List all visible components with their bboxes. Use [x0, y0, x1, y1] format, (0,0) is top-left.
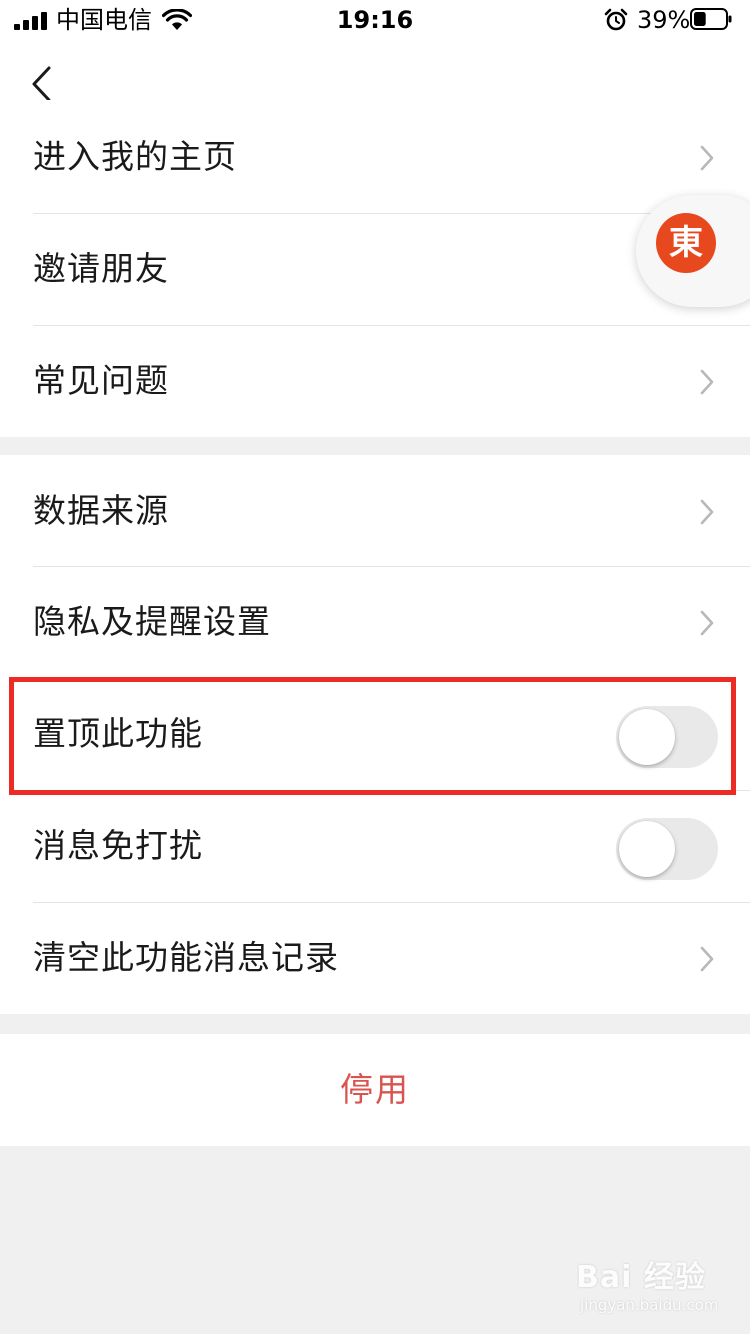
menu-item-privacy-settings[interactable]: 隐私及提醒设置 [0, 566, 750, 678]
menu-item-faq[interactable]: 常见问题 [0, 325, 750, 437]
baidu-watermark: Bai 经验 jingyan.baidu.com [576, 1252, 726, 1322]
battery-percent: 39% [637, 6, 691, 34]
do-not-disturb-toggle[interactable] [616, 818, 718, 880]
disable-button[interactable]: 停用 [0, 1034, 750, 1146]
alarm-clock-icon [604, 8, 628, 31]
status-bar: 中国电信 19:16 39% [0, 0, 750, 40]
disable-section: 停用 [0, 1034, 750, 1146]
menu-item-data-source[interactable]: 数据来源 [0, 455, 750, 567]
chevron-right-icon [700, 369, 714, 395]
navigation-bar [0, 40, 750, 102]
toggle-knob [619, 821, 675, 877]
battery-icon [690, 8, 732, 30]
chevron-right-icon [700, 145, 714, 171]
watermark-main: Bai 经验 [576, 1260, 706, 1295]
chevron-right-icon [700, 946, 714, 972]
floating-widget[interactable]: 東 [636, 195, 750, 307]
settings-group-profile: 进入我的主页 邀请朋友 常见问题 [0, 100, 750, 437]
menu-item-label: 进入我的主页 [33, 137, 237, 176]
menu-item-my-homepage[interactable]: 进入我的主页 [0, 101, 750, 213]
menu-item-clear-history[interactable]: 清空此功能消息记录 [0, 902, 750, 1014]
menu-item-label: 消息免打扰 [33, 826, 203, 865]
chevron-right-icon [700, 499, 714, 525]
watermark-url: jingyan.baidu.com [580, 1296, 719, 1314]
menu-item-label: 常见问题 [33, 361, 169, 400]
menu-item-label: 清空此功能消息记录 [33, 938, 339, 977]
menu-item-label: 邀请朋友 [33, 249, 169, 288]
menu-item-invite-friends[interactable]: 邀请朋友 [0, 213, 750, 325]
chevron-right-icon [700, 610, 714, 636]
highlight-box [9, 677, 736, 795]
menu-item-do-not-disturb: 消息免打扰 [0, 790, 750, 902]
menu-item-label: 隐私及提醒设置 [33, 602, 271, 641]
dong-logo-icon: 東 [656, 213, 716, 273]
menu-item-label: 数据来源 [33, 491, 169, 530]
